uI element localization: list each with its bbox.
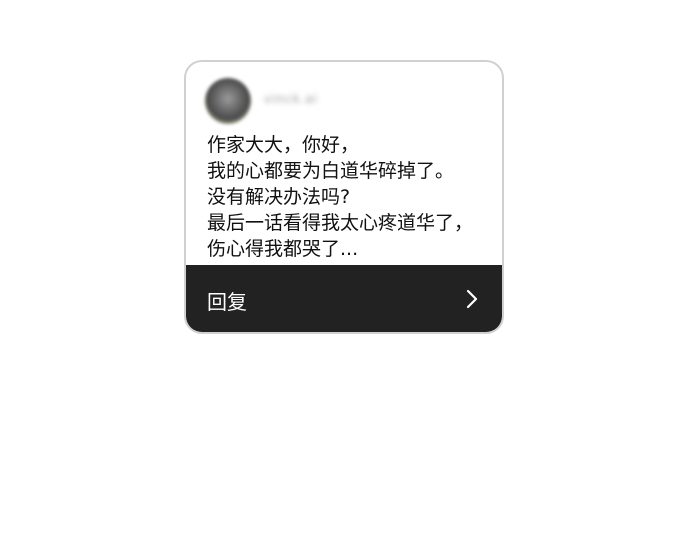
message-line: 没有解决办法吗?	[207, 186, 351, 208]
chevron-right-icon	[466, 289, 478, 309]
reply-button[interactable]: 回复	[186, 265, 502, 332]
comment-message: 作家大大，你好， 我的心都要为白道华碎掉了。 没有解决办法吗? 最后一话看得我太…	[207, 132, 502, 262]
reply-label: 回复	[207, 290, 247, 314]
username: vinck.ai	[264, 92, 319, 106]
message-line: 最后一话看得我太心疼道华了，	[207, 212, 474, 234]
user-avatar-icon	[205, 78, 251, 124]
comment-card: vinck.ai 作家大大，你好， 我的心都要为白道华碎掉了。 没有解决办法吗?…	[184, 60, 504, 334]
message-line: 我的心都要为白道华碎掉了。	[207, 160, 455, 182]
comment-header: vinck.ai	[186, 62, 502, 132]
message-line: 伤心得我都哭了...	[207, 238, 359, 260]
message-line: 作家大大，你好，	[207, 134, 360, 156]
